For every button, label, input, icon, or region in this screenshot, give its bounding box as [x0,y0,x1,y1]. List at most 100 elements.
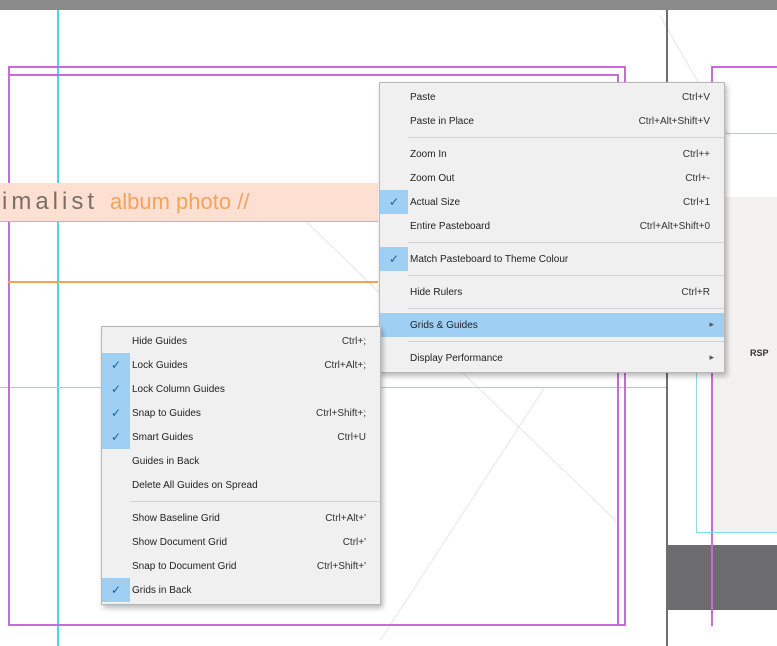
menu-item-shortcut: Ctrl+U [337,431,366,443]
menu-item-label: Match Pasteboard to Theme Colour [410,253,569,265]
menu-item-shortcut: Ctrl+- [685,172,710,184]
checkmark-icon: ✓ [380,247,408,271]
check-slot [380,280,408,304]
menu-item-guides-in-back[interactable]: Guides in Back [102,449,380,473]
checkmark-icon: ✓ [102,578,130,602]
menu-item-grids-in-back[interactable]: ✓ Grids in Back [102,578,380,602]
menu-item-paste-in-place[interactable]: Paste in Place Ctrl+Alt+Shift+V [380,109,724,133]
frame-diagonal [380,388,545,641]
menu-item-entire-pasteboard[interactable]: Entire Pasteboard Ctrl+Alt+Shift+0 [380,214,724,238]
chevron-right-icon: ▸ [709,319,714,329]
check-slot [102,449,130,473]
menu-item-label: Show Document Grid [132,536,228,548]
menu-item-label: Hide Guides [132,335,188,347]
menu-item-zoom-in[interactable]: Zoom In Ctrl++ [380,142,724,166]
menu-item-label: Lock Guides [132,359,188,371]
right-page-label: RSP [750,348,769,358]
menu-item-shortcut: Ctrl+R [681,286,710,298]
check-slot [380,346,408,370]
checkmark-icon: ✓ [102,401,130,425]
menu-item-label: Lock Column Guides [132,383,225,395]
menu-item-zoom-out[interactable]: Zoom Out Ctrl+- [380,166,724,190]
right-page-dark-block[interactable] [668,545,777,610]
margin-guide-bottom [8,624,625,626]
menu-item-label: Snap to Document Grid [132,560,237,572]
menu-item-label: Grids in Back [132,584,192,596]
menu-separator [408,275,724,276]
margin-guide-top [8,66,625,68]
checkmark-icon: ✓ [102,425,130,449]
menu-item-match-pasteboard[interactable]: ✓ Match Pasteboard to Theme Colour [380,247,724,271]
menu-item-snap-to-guides[interactable]: ✓ Snap to Guides Ctrl+Shift+; [102,401,380,425]
heading-text-accent: album photo // [110,189,250,214]
menu-separator [408,242,724,243]
check-slot [102,473,130,497]
menu-item-label: Guides in Back [132,455,200,467]
menu-item-shortcut: Ctrl+1 [683,196,710,208]
check-slot [102,329,130,353]
check-slot [380,166,408,190]
menu-separator [408,137,724,138]
menu-item-display-performance[interactable]: Display Performance ▸ [380,346,724,370]
menu-separator [408,341,724,342]
menu-item-label: Delete All Guides on Spread [132,479,258,491]
heading-text-dark: imalist [2,188,99,215]
menu-item-label: Paste [410,91,436,103]
menu-item-label: Paste in Place [410,115,474,127]
check-slot [380,214,408,238]
menu-item-label: Zoom In [410,148,447,160]
menu-item-paste[interactable]: Paste Ctrl+V [380,85,724,109]
menu-item-shortcut: Ctrl+; [341,335,366,347]
menu-item-shortcut: Ctrl+Alt+; [324,359,366,371]
heading-text-frame[interactable]: imalist album photo // [0,183,378,222]
menu-item-snap-to-document-grid[interactable]: Snap to Document Grid Ctrl+Shift+' [102,554,380,578]
menu-item-smart-guides[interactable]: ✓ Smart Guides Ctrl+U [102,425,380,449]
menu-separator [408,308,724,309]
menu-item-show-baseline-grid[interactable]: Show Baseline Grid Ctrl+Alt+' [102,506,380,530]
menu-item-hide-guides[interactable]: Hide Guides Ctrl+; [102,329,380,353]
menu-item-label: Smart Guides [132,431,194,443]
menu-item-label: Display Performance [410,352,503,364]
menu-item-label: Show Baseline Grid [132,512,220,524]
top-bar [0,0,777,10]
menu-item-show-document-grid[interactable]: Show Document Grid Ctrl+' [102,530,380,554]
menu-item-shortcut: Ctrl+V [681,91,710,103]
margin-guide-left [8,66,10,626]
check-slot [380,313,408,337]
menu-item-lock-column-guides[interactable]: ✓ Lock Column Guides [102,377,380,401]
column-guide[interactable] [696,532,777,533]
menu-item-shortcut: Ctrl+Alt+Shift+V [638,115,710,127]
margin-guide-top [711,66,777,68]
check-slot [380,142,408,166]
menu-item-label: Zoom Out [410,172,455,184]
orange-rule [8,281,378,283]
menu-item-shortcut: Ctrl+Shift+; [315,407,366,419]
menu-item-shortcut: Ctrl++ [682,148,710,160]
check-slot [380,109,408,133]
menu-item-label: Snap to Guides [132,407,201,419]
check-slot [102,530,130,554]
chevron-right-icon: ▸ [709,352,714,362]
document-canvas[interactable]: RSP imalist album photo // Paste Ctrl+V … [0,0,777,646]
menu-item-label: Hide Rulers [410,286,463,298]
menu-item-label: Entire Pasteboard [410,220,491,232]
menu-item-shortcut: Ctrl+Alt+Shift+0 [639,220,710,232]
menu-item-label: Grids & Guides [410,319,478,331]
menu-item-shortcut: Ctrl+Shift+' [316,560,366,572]
vertical-guide[interactable] [57,10,59,646]
menu-item-actual-size[interactable]: ✓ Actual Size Ctrl+1 [380,190,724,214]
checkmark-icon: ✓ [102,353,130,377]
checkmark-icon: ✓ [102,377,130,401]
checkmark-icon: ✓ [380,190,408,214]
menu-item-delete-all-guides[interactable]: Delete All Guides on Spread [102,473,380,497]
menu-item-lock-guides[interactable]: ✓ Lock Guides Ctrl+Alt+; [102,353,380,377]
menu-separator [130,501,380,502]
menu-item-shortcut: Ctrl+' [342,536,366,548]
check-slot [380,85,408,109]
menu-item-grids-and-guides[interactable]: Grids & Guides ▸ [380,313,724,337]
check-slot [102,554,130,578]
menu-item-hide-rulers[interactable]: Hide Rulers Ctrl+R [380,280,724,304]
menu-item-label: Actual Size [410,196,461,208]
context-menu: Paste Ctrl+V Paste in Place Ctrl+Alt+Shi… [379,82,725,373]
menu-item-shortcut: Ctrl+Alt+' [325,512,366,524]
